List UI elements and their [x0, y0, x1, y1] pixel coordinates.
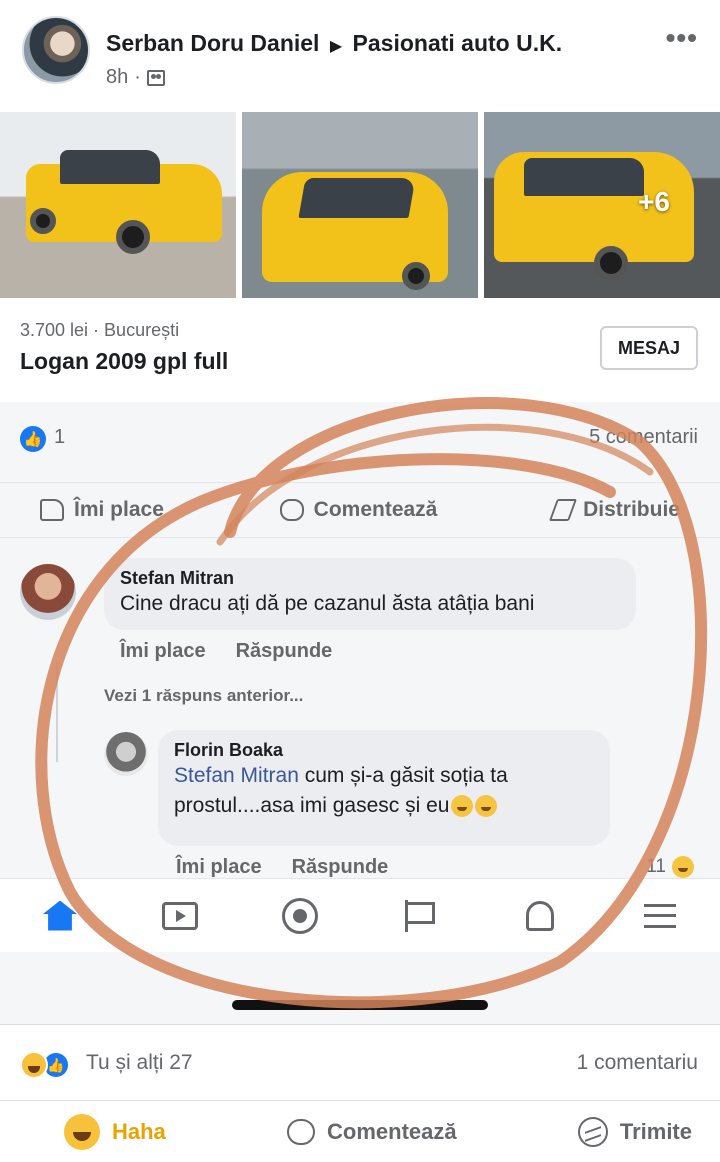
haha-emoji-icon: [672, 856, 694, 878]
reply-text-line-1: Stefan Mitran cum și-a găsit soția ta: [174, 761, 594, 791]
post-header: Serban Doru Daniel ▶ Pasionati auto U.K.…: [0, 0, 720, 112]
marketplace-listing: 3.700 lei · București Logan 2009 gpl ful…: [0, 298, 720, 402]
inner-action-row: Îmi place Comentează Distribuie: [0, 482, 720, 538]
reply-text-part: cum și-a găsit soția ta: [298, 764, 508, 787]
post-meta: 8h ·: [106, 66, 165, 89]
comment-bubble: Stefan Mitran Cine dracu ați dă pe cazan…: [104, 558, 636, 630]
emoji-icon: [475, 795, 498, 818]
video-icon: [162, 901, 198, 930]
haha-button[interactable]: Haha: [64, 1113, 166, 1150]
menu-icon: [644, 903, 676, 928]
inner-comment-label: Comentează: [313, 498, 438, 521]
more-options-icon[interactable]: •••: [666, 22, 698, 54]
tab-menu[interactable]: [638, 894, 682, 938]
message-button[interactable]: MESAJ: [600, 326, 698, 370]
reply-reaction-number: 11: [646, 856, 666, 877]
more-photos-count[interactable]: +6: [638, 186, 670, 218]
bell-icon: [526, 900, 554, 931]
listing-price: 3.700 lei · București: [20, 320, 180, 340]
inner-like-button[interactable]: Îmi place: [40, 483, 164, 537]
like-icon: 👍: [20, 426, 46, 452]
reply-reaction-count: 11: [646, 856, 694, 878]
post-reaction-summary: 👍 Tu și alți 27 1 comentariu: [0, 1024, 720, 1098]
comment-text: Cine dracu ați dă pe cazanul ăsta atâția…: [120, 592, 535, 615]
inner-comments-count[interactable]: 5 comentarii: [589, 426, 698, 449]
send-label: Trimite: [619, 1118, 692, 1144]
haha-label: Haha: [112, 1118, 166, 1144]
reply-avatar[interactable]: [104, 732, 148, 776]
comment-bubble-icon: [279, 499, 304, 521]
home-icon: [43, 900, 77, 931]
inner-share-label: Distribuie: [583, 498, 680, 521]
tab-video[interactable]: [158, 894, 202, 938]
comment-author[interactable]: Stefan Mitran: [120, 568, 620, 589]
author-line: Serban Doru Daniel ▶ Pasionati auto U.K.: [106, 30, 562, 57]
reply-text-line-2: prostul....asa imi gasesc și eu: [174, 791, 594, 821]
comment-like-link[interactable]: Îmi place: [120, 640, 206, 663]
listing-title: Logan 2009 gpl full: [20, 348, 229, 374]
haha-icon: [64, 1113, 100, 1150]
inner-share-button[interactable]: Distribuie: [549, 483, 680, 537]
author-name[interactable]: Serban Doru Daniel: [106, 30, 319, 56]
messenger-icon: [577, 1116, 608, 1147]
haha-icon: [20, 1051, 48, 1079]
reaction-icons[interactable]: 👍: [20, 1051, 70, 1079]
view-previous-replies[interactable]: Vezi 1 răspuns anterior...: [104, 686, 303, 706]
meta-dot: ·: [134, 66, 141, 88]
reaction-people-text[interactable]: Tu și alți 27: [86, 1051, 193, 1075]
commenter-avatar[interactable]: [20, 564, 76, 620]
tab-groups[interactable]: [278, 894, 322, 938]
tab-notifications[interactable]: [518, 894, 562, 938]
emoji-icon: [451, 795, 474, 818]
tab-home[interactable]: [38, 894, 82, 938]
comments-count[interactable]: 1 comentariu: [577, 1051, 698, 1075]
share-arrow-icon: [549, 499, 578, 521]
reply-text-part-2: prostul....asa imi gasesc și eu: [174, 794, 450, 817]
reply-actions: Îmi place Răspunde: [176, 856, 388, 879]
comment-label: Comentează: [327, 1118, 457, 1144]
inner-tab-bar: [0, 878, 720, 952]
tab-pages[interactable]: [398, 894, 442, 938]
comment-actions: Îmi place Răspunde: [120, 640, 332, 663]
inner-reaction-row: 👍 1 5 comentarii: [0, 412, 720, 462]
group-audience-icon: [146, 69, 165, 86]
comment-bubble-icon: [287, 1118, 316, 1145]
author-avatar[interactable]: [22, 16, 90, 84]
reply-bubble: Florin Boaka Stefan Mitran cum și-a găsi…: [158, 730, 610, 846]
flag-icon: [405, 899, 435, 932]
listing-photos: +6: [0, 112, 720, 298]
groups-icon: [282, 897, 318, 934]
reply-mention[interactable]: Stefan Mitran: [174, 764, 299, 787]
reply-author[interactable]: Florin Boaka: [174, 740, 594, 761]
thumbs-up-icon: [40, 499, 64, 521]
shared-screenshot-image[interactable]: +6 3.700 lei · București Logan 2009 gpl …: [0, 112, 720, 1024]
thread-line: [56, 662, 58, 762]
car-photo-2: [242, 112, 478, 298]
post-action-bar: Haha Comentează Trimite: [0, 1100, 720, 1162]
comment-button[interactable]: Comentează: [287, 1118, 457, 1145]
reply-reply-link[interactable]: Răspunde: [292, 856, 389, 879]
post-time[interactable]: 8h: [106, 66, 128, 89]
group-name[interactable]: Pasionati auto U.K.: [353, 30, 563, 56]
car-photo-3: +6: [484, 112, 720, 298]
car-photo-1: [0, 112, 236, 298]
send-button[interactable]: Trimite: [577, 1116, 692, 1147]
comment-reply-link[interactable]: Răspunde: [236, 640, 333, 663]
home-indicator: [232, 1000, 488, 1010]
inner-like-label: Îmi place: [74, 498, 164, 521]
arrow-right-icon: ▶: [329, 38, 343, 55]
inner-reaction-count: 1: [54, 426, 66, 448]
reply-like-link[interactable]: Îmi place: [176, 856, 262, 879]
inner-comment-button[interactable]: Comentează: [279, 483, 438, 537]
